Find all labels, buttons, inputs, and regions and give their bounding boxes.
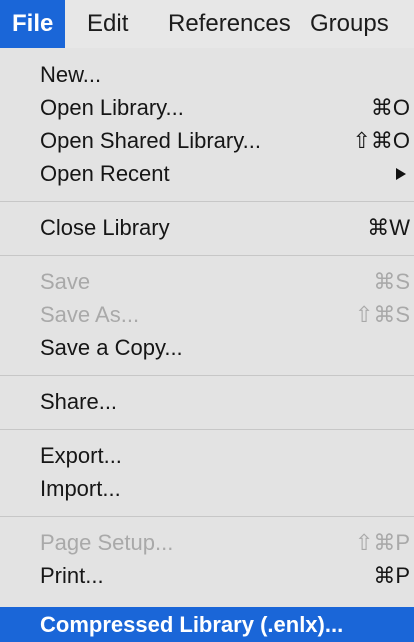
menubar-edit[interactable]: Edit [87, 0, 128, 48]
menubar-file[interactable]: File [0, 0, 66, 48]
shortcut-label: ⌘W [367, 215, 410, 240]
menu-item-open-shared-library[interactable]: Open Shared Library... ⇧⌘O [0, 124, 414, 157]
menu-item-label: New... [40, 62, 102, 87]
menu-item-save: Save ⌘S [0, 265, 414, 298]
menu-item-save-a-copy[interactable]: Save a Copy... [0, 331, 414, 364]
menu-item-label: Share... [40, 389, 118, 414]
menu-item-label: Save [40, 269, 91, 294]
menu-item-label: Import... [40, 476, 121, 501]
menu-item-close-library[interactable]: Close Library ⌘W [0, 211, 414, 244]
menu-item-label: Save As... [40, 302, 140, 327]
menu-separator [0, 516, 414, 517]
menubar-groups[interactable]: Groups [310, 0, 389, 48]
menu-item-share[interactable]: Share... [0, 385, 414, 418]
shortcut-label: ⌘O [370, 95, 410, 120]
menu-separator [0, 255, 414, 256]
menu-item-open-library[interactable]: Open Library... ⌘O [0, 91, 414, 124]
menu-item-label: Close Library [40, 215, 170, 240]
shortcut-label: ⌘P [373, 563, 410, 588]
menu-separator [0, 375, 414, 376]
file-menu: New... Open Library... ⌘O Open Shared Li… [0, 48, 414, 642]
menubar: File Edit References Groups [0, 0, 414, 49]
menu-item-label: Open Recent [40, 161, 170, 186]
menu-item-page-setup: Page Setup... ⇧⌘P [0, 526, 414, 559]
shortcut-label: ⇧⌘S [354, 302, 410, 327]
shortcut-label: ⇧⌘P [354, 530, 410, 555]
menu-item-import[interactable]: Import... [0, 472, 414, 505]
menu-item-compressed-library[interactable]: Compressed Library (.enlx)... [0, 607, 414, 642]
menu-item-export[interactable]: Export... [0, 439, 414, 472]
menubar-references[interactable]: References [168, 0, 291, 48]
menu-item-label: Open Shared Library... [40, 128, 261, 153]
menu-item-label: Export... [40, 443, 122, 468]
menu-item-label: Compressed Library (.enlx)... [40, 612, 344, 637]
menu-item-label: Open Library... [40, 95, 184, 120]
menu-separator [0, 201, 414, 202]
menu-item-label: Save a Copy... [40, 335, 183, 360]
shortcut-label: ⇧⌘O [352, 128, 410, 153]
shortcut-label: ⌘S [373, 269, 410, 294]
menu-item-label: Page Setup... [40, 530, 174, 555]
menu-item-save-as: Save As... ⇧⌘S [0, 298, 414, 331]
submenu-arrow-icon [396, 168, 406, 180]
menu-item-label: Print... [40, 563, 104, 588]
menu-item-new[interactable]: New... [0, 58, 414, 91]
menu-separator [0, 429, 414, 430]
menu-item-open-recent[interactable]: Open Recent [0, 157, 414, 190]
menu-item-print[interactable]: Print... ⌘P [0, 559, 414, 592]
